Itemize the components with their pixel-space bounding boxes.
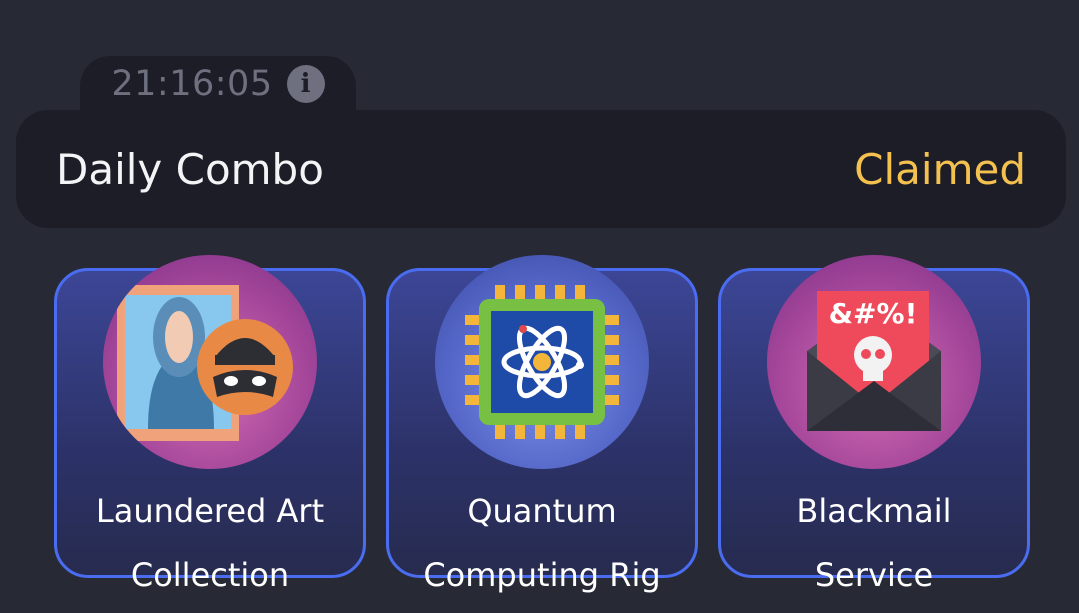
card-label: Blackmail Service — [796, 492, 952, 594]
timer-tab: 21:16:05 i — [80, 56, 356, 118]
card-label: Laundered Art Collection — [95, 492, 325, 594]
combo-card-quantum-rig[interactable]: Quantum Computing Rig — [386, 255, 698, 594]
quantum-chip-icon — [435, 255, 649, 469]
combo-card-laundered-art[interactable]: Laundered Art Collection — [54, 255, 366, 594]
letter-symbols: &#%! — [829, 297, 918, 330]
art-thief-icon — [103, 255, 317, 469]
combo-card-blackmail[interactable]: &#%! Blackmail Service — [718, 255, 1030, 594]
timer-text: 21:16:05 — [111, 64, 273, 104]
blackmail-letter-icon: &#%! — [767, 255, 981, 469]
info-icon[interactable]: i — [286, 65, 325, 103]
claimed-status: Claimed — [854, 144, 1026, 194]
daily-combo-title: Daily Combo — [56, 144, 324, 194]
card-label: Quantum Computing Rig — [423, 492, 661, 594]
daily-combo-header: Daily Combo Claimed — [16, 110, 1066, 228]
